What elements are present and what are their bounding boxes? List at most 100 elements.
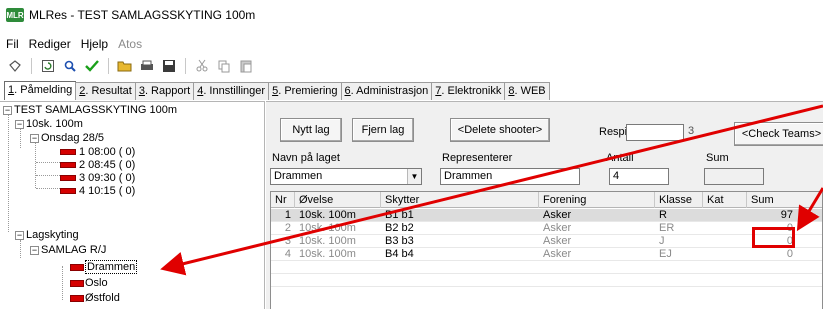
row-divider	[271, 273, 822, 274]
print-icon[interactable]	[138, 57, 156, 75]
collapse-icon[interactable]: −	[15, 119, 24, 129]
cell-kat	[703, 222, 747, 234]
copy-icon[interactable]	[215, 57, 233, 75]
tree-team-oslo[interactable]: Oslo	[70, 276, 108, 290]
cut-icon[interactable]	[193, 57, 211, 75]
toolbar	[0, 55, 255, 77]
tab-label: . WEB	[514, 85, 546, 97]
table-row[interactable]: 1 10sk. 100m B1 b1 Asker R 97	[271, 209, 822, 221]
team-editor-panel: Nytt lag Fjern lag <Delete shooter> Resp…	[266, 101, 823, 309]
table-row[interactable]: 2 10sk. 100m B2 b2 Asker ER 0	[271, 222, 822, 234]
tab-label: . Rapport	[144, 85, 191, 97]
column-header-sum[interactable]: Sum	[747, 192, 823, 208]
cell-klasse: R	[659, 209, 667, 221]
column-header-nr[interactable]: Nr	[271, 192, 295, 208]
menu-atos[interactable]: Atos	[118, 37, 142, 51]
column-header-forening[interactable]: Forening	[539, 192, 655, 208]
collapse-icon[interactable]: −	[30, 245, 39, 255]
tab-web[interactable]: 8. WEB	[504, 82, 550, 100]
relay-icon	[60, 149, 76, 155]
search-icon[interactable]	[61, 57, 79, 75]
delete-shooter-button[interactable]: <Delete shooter>	[450, 118, 550, 142]
column-header-skytter[interactable]: Skytter	[381, 192, 539, 208]
tree-connector	[36, 175, 60, 176]
tree-connector	[62, 266, 63, 300]
tree-day[interactable]: − Onsdag 28/5	[30, 131, 104, 145]
tree-relay-2[interactable]: 2 08:45 ( 0)	[60, 158, 135, 172]
tree-connector	[8, 114, 9, 232]
tab-rapport[interactable]: 3. Rapport	[134, 82, 195, 100]
table-row[interactable]: 3 10sk. 100m B3 b3 Asker J 0	[271, 235, 822, 247]
cell-ovelse: 10sk. 100m	[299, 222, 356, 234]
menu-help[interactable]: Hjelp	[81, 37, 108, 51]
tree-event-label: 10sk. 100m	[26, 118, 83, 130]
tree-team-group-label: Lagskyting	[26, 229, 79, 241]
column-header-ovelse[interactable]: Øvelse	[295, 192, 381, 208]
menu-file[interactable]: Fil	[6, 37, 19, 51]
check-teams-button[interactable]: <Check Teams>	[734, 122, 823, 146]
cell-kat	[703, 209, 747, 221]
tab-innstillinger[interactable]: 4. Innstillinger	[193, 82, 270, 100]
relay-label: 2 08:45 ( 0)	[79, 159, 136, 171]
count-label: Antall	[606, 152, 634, 164]
tree-root[interactable]: − TEST SAMLAGSSKYTING 100m	[3, 103, 177, 117]
cell-forening: Asker	[543, 235, 572, 247]
cell-forening: Asker	[543, 222, 572, 234]
toolbar-separator	[31, 58, 32, 74]
new-team-button[interactable]: Nytt lag	[280, 118, 342, 142]
relay-icon	[60, 175, 76, 181]
paste-icon[interactable]	[237, 57, 255, 75]
cell-ovelse: 10sk. 100m	[299, 235, 356, 247]
team-label: Oslo	[85, 277, 108, 289]
save-icon[interactable]	[160, 57, 178, 75]
respit-field[interactable]	[626, 124, 684, 141]
team-label: Drammen	[85, 260, 138, 274]
tree-team-drammen[interactable]: Drammen	[70, 260, 138, 274]
count-field[interactable]: 4	[609, 168, 669, 185]
collapse-icon[interactable]: −	[30, 133, 39, 143]
tab-resultat[interactable]: 2. Resultat	[75, 82, 136, 100]
tree-relay-4[interactable]: 4 10:15 ( 0)	[60, 184, 135, 198]
team-icon	[70, 263, 84, 271]
column-header-klasse[interactable]: Klasse	[655, 192, 703, 208]
open-folder-icon[interactable]	[116, 57, 134, 75]
collapse-icon[interactable]: −	[3, 105, 12, 115]
pin-icon[interactable]	[6, 57, 24, 75]
cell-ovelse: 10sk. 100m	[299, 209, 356, 221]
table-row[interactable]: 4 10sk. 100m B4 b4 Asker EJ 0	[271, 248, 822, 260]
column-header-kat[interactable]: Kat	[703, 192, 747, 208]
tree-event[interactable]: − 10sk. 100m	[15, 117, 83, 131]
tree-team-group[interactable]: − Lagskyting	[15, 228, 79, 242]
tree-connector	[36, 188, 60, 189]
tree-team-class[interactable]: − SAMLAG R/J	[30, 243, 106, 257]
check-icon[interactable]	[83, 57, 101, 75]
team-icon	[70, 294, 84, 302]
tab-pamelding[interactable]: 1. Påmelding	[4, 81, 77, 100]
refresh-icon[interactable]	[39, 57, 57, 75]
cell-nr: 2	[284, 222, 291, 234]
tab-elektronikk[interactable]: 7. Elektronikk	[431, 82, 506, 100]
tree-team-ostfold[interactable]: Østfold	[70, 291, 120, 305]
chevron-down-icon[interactable]: ▼	[407, 169, 421, 184]
cell-nr: 4	[284, 248, 291, 260]
sum-label: Sum	[706, 152, 729, 164]
tree-relay-1[interactable]: 1 08:00 ( 0)	[60, 145, 135, 159]
menu-bar: Fil Rediger Hjelp Atos	[0, 36, 142, 52]
tab-label: . Elektronikk	[441, 85, 502, 97]
represents-field[interactable]: Drammen	[440, 168, 580, 185]
respit-overflow-text: 3	[688, 125, 695, 137]
relay-icon	[60, 188, 76, 194]
tab-administrasjon[interactable]: 6. Administrasjon	[340, 82, 433, 100]
tab-premiering[interactable]: 5. Premiering	[268, 82, 342, 100]
tab-label: . Innstillinger	[203, 85, 266, 97]
remove-team-button[interactable]: Fjern lag	[352, 118, 414, 142]
row-divider	[271, 260, 822, 261]
tree-relay-3[interactable]: 3 09:30 ( 0)	[60, 171, 135, 185]
team-name-combo[interactable]: Drammen ▼	[270, 168, 422, 185]
collapse-icon[interactable]: −	[15, 230, 24, 240]
app-icon: MLR	[6, 8, 24, 22]
sum-highlight-box	[752, 227, 795, 248]
cell-kat	[703, 235, 747, 247]
menu-edit[interactable]: Rediger	[29, 37, 71, 51]
tree-root-label: TEST SAMLAGSSKYTING 100m	[14, 104, 178, 116]
